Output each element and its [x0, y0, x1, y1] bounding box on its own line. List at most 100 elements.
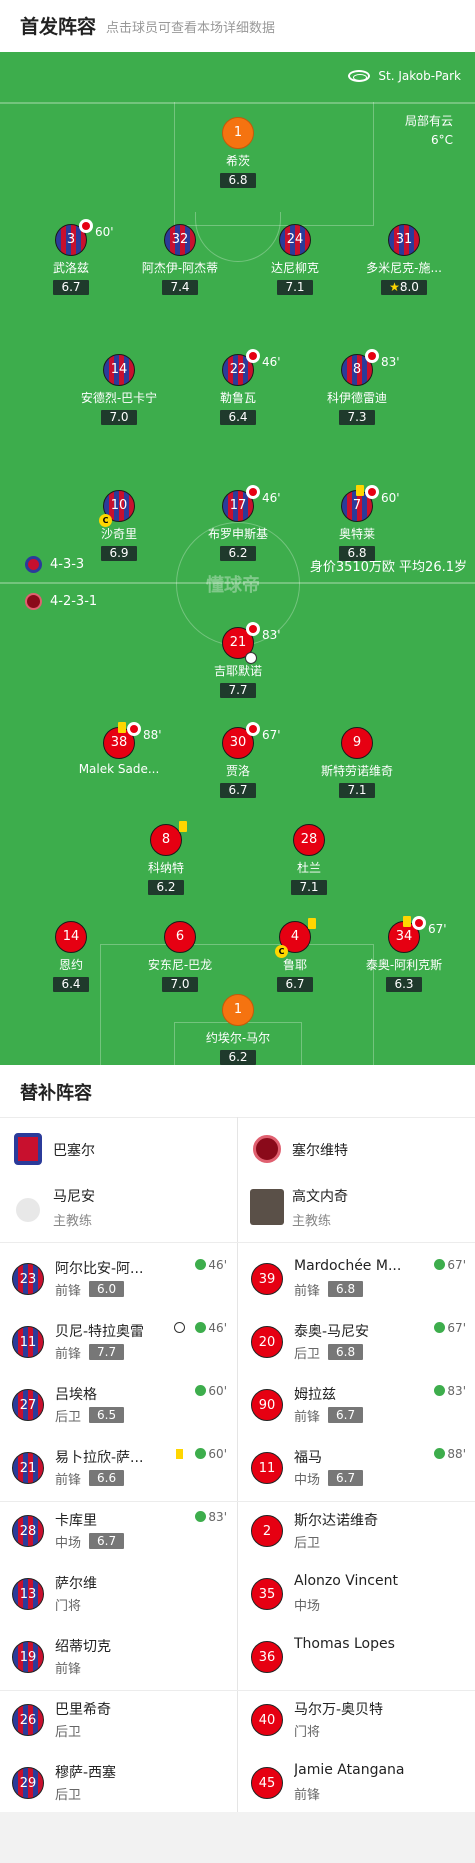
- home-sub-row[interactable]: 13 萨尔维 门将: [12, 1564, 227, 1627]
- away-player[interactable]: 4 C 鲁耶 6.7: [240, 918, 350, 992]
- away-formation: 4-2-3-1: [25, 593, 97, 610]
- home-sub-row[interactable]: 11 贝尼-特拉奥雷 前锋 7.7 46': [12, 1312, 227, 1375]
- sub-rating: 6.8: [328, 1344, 364, 1360]
- player-number-badge: 6: [164, 921, 196, 953]
- away-sub-row[interactable]: 39 Mardochée M... 前锋 6.8 67': [251, 1249, 466, 1312]
- away-player[interactable]: 9 斯特劳诺维奇 7.1: [302, 727, 412, 798]
- away-player[interactable]: 38 88' Malek Sade...: [64, 722, 174, 776]
- home-coach-name[interactable]: 马尼安: [53, 1186, 95, 1206]
- player-rating: 6.3: [386, 977, 422, 992]
- sub-name: 易卜拉欣-萨...: [55, 1450, 144, 1466]
- home-player[interactable]: 7 60' 奥特莱 6.8: [302, 485, 412, 561]
- sub-number-badge: 21: [12, 1452, 44, 1484]
- away-sub-row[interactable]: 11 福马 中场 6.7 88': [251, 1438, 466, 1501]
- player-rating: 7.3: [339, 410, 375, 425]
- player-name: 多米尼克-施...: [366, 261, 442, 275]
- player-number-badge: 7 60': [341, 485, 400, 522]
- away-sub-row[interactable]: 35 Alonzo Vincent 中场: [251, 1564, 466, 1627]
- coach-avatar-placeholder-icon: [16, 1198, 40, 1222]
- yellow-card-icon: [118, 722, 126, 733]
- home-player[interactable]: 17 46' 布罗申斯基 6.2: [183, 485, 293, 561]
- home-sub-row[interactable]: 19 绍蒂切克 前锋: [12, 1627, 227, 1690]
- home-player[interactable]: 24 达尼柳克 7.1: [240, 224, 350, 295]
- rating-value: 6.2: [228, 1050, 248, 1064]
- home-player[interactable]: 32 阿杰伊-阿杰蒂 7.4: [125, 224, 235, 295]
- sub-on-icon: [195, 1385, 207, 1396]
- sub-on-minute: 88': [434, 1447, 466, 1461]
- rating-value: 6.8: [228, 173, 248, 187]
- sub-position: 前锋: [55, 1284, 82, 1299]
- player-name: 泰奥-阿利克斯: [365, 958, 443, 972]
- player-rating: 6.7: [277, 977, 313, 992]
- star-icon: ★: [389, 280, 400, 294]
- player-number-badge: 17 46': [222, 485, 281, 522]
- home-player[interactable]: 3 60' 武洛兹 6.7: [16, 219, 126, 295]
- yellow-card-icon: [308, 918, 316, 929]
- away-sub-row[interactable]: 2 斯尔达诺维奇 后卫: [251, 1501, 466, 1564]
- player-rating: 6.4: [53, 977, 89, 992]
- rating-value: 7.3: [347, 410, 367, 424]
- home-player[interactable]: 22 46' 勒鲁瓦 6.4: [183, 349, 293, 425]
- yellow-card-icon: [403, 916, 411, 927]
- home-sub-row[interactable]: 21 易卜拉欣-萨... 前锋 6.6 60': [12, 1438, 227, 1501]
- sub-name: 穆萨-西塞: [55, 1765, 117, 1781]
- home-sub-row[interactable]: 27 吕埃格 后卫 6.5 60': [12, 1375, 227, 1438]
- home-player[interactable]: 1 希茨 6.8: [183, 117, 293, 188]
- player-name: 希茨: [225, 154, 250, 168]
- away-coach-name[interactable]: 高文内奇: [292, 1186, 348, 1206]
- sub-on-minute-text: 46': [208, 1321, 227, 1335]
- away-player[interactable]: 21 83' 吉耶默诺 7.7: [183, 622, 293, 698]
- home-sub-row[interactable]: 28 卡库里 中场 6.7 83': [12, 1501, 227, 1564]
- home-player[interactable]: 8 83' 科伊德雷迪 7.3: [302, 349, 412, 425]
- away-sub-row[interactable]: 90 姆拉兹 前锋 6.7 83': [251, 1375, 466, 1438]
- away-player[interactable]: 6 安东尼-巴龙 7.0: [125, 921, 235, 992]
- sub-name: 斯尔达诺维奇: [294, 1513, 378, 1529]
- away-player[interactable]: 30 67' 贾洛 6.7: [183, 722, 293, 798]
- away-player[interactable]: 14 恩约 6.4: [16, 921, 126, 992]
- sub-on-minute-text: 67': [447, 1321, 466, 1335]
- home-player[interactable]: 31 多米尼克-施... ★8.0: [349, 224, 459, 295]
- home-player[interactable]: 10 C 沙奇里 6.9: [64, 490, 174, 561]
- away-player[interactable]: 1 约埃尔-马尔 6.2: [183, 994, 293, 1065]
- player-name: 科伊德雷迪: [326, 391, 387, 405]
- player-name: 贾洛: [225, 764, 250, 778]
- home-sub-row[interactable]: 26 巴里希奇 后卫: [12, 1690, 227, 1753]
- sub-name: 福马: [294, 1450, 322, 1466]
- home-player[interactable]: 14 安德烈-巴卡宁 7.0: [64, 354, 174, 425]
- home-club-name: 巴塞尔: [53, 1143, 95, 1159]
- away-player[interactable]: 34 67' 泰奥-阿利克斯 6.3: [349, 916, 459, 992]
- sub-number-badge: 20: [251, 1326, 283, 1358]
- home-sub-row[interactable]: 23 阿尔比安-阿... 前锋 6.0 46': [12, 1249, 227, 1312]
- sub-number-badge: 40: [251, 1704, 283, 1736]
- player-name: 杜兰: [296, 861, 321, 875]
- home-sub-row[interactable]: 29 穆萨-西塞 后卫: [12, 1753, 227, 1816]
- servette-logo-icon: [25, 593, 42, 610]
- sub-on-icon: [195, 1511, 207, 1522]
- home-coach-role: 主教练: [53, 1214, 93, 1229]
- away-sub-row[interactable]: 20 泰奥-马尼安 后卫 6.8 67': [251, 1312, 466, 1375]
- sub-name: 阿尔比安-阿...: [55, 1261, 144, 1277]
- player-number-badge: 31: [388, 224, 420, 256]
- player-rating: 7.1: [277, 280, 313, 295]
- sub-rating: 6.8: [328, 1281, 364, 1297]
- player-number-badge: 14: [55, 921, 87, 953]
- player-name: Malek Sade...: [78, 762, 160, 776]
- sub-name: 吕埃格: [55, 1387, 97, 1403]
- player-number-badge: 8 83': [341, 349, 400, 386]
- sub-name: 巴里希奇: [55, 1702, 111, 1718]
- player-number-badge: 14: [103, 354, 135, 386]
- sub-position: 前锋: [294, 1410, 321, 1425]
- venue: St. Jakob-Park: [348, 69, 461, 83]
- sub-rating: 7.7: [89, 1344, 125, 1360]
- away-sub-row[interactable]: 36 Thomas Lopes: [251, 1627, 466, 1690]
- yellow-card-icon: [356, 485, 364, 496]
- player-number-badge: 28: [293, 824, 325, 856]
- away-sub-row[interactable]: 40 马尔万-奥贝特 门将: [251, 1690, 466, 1753]
- away-player[interactable]: 8 科纳特 6.2: [111, 821, 221, 895]
- away-player[interactable]: 28 杜兰 7.1: [254, 824, 364, 895]
- sub-position: 后卫: [294, 1536, 321, 1551]
- sub-on-minute-text: 88': [447, 1447, 466, 1461]
- sub-on-icon: [195, 1259, 207, 1270]
- away-club-name: 塞尔维特: [292, 1143, 348, 1159]
- away-sub-row[interactable]: 45 Jamie Atangana 前锋: [251, 1753, 466, 1816]
